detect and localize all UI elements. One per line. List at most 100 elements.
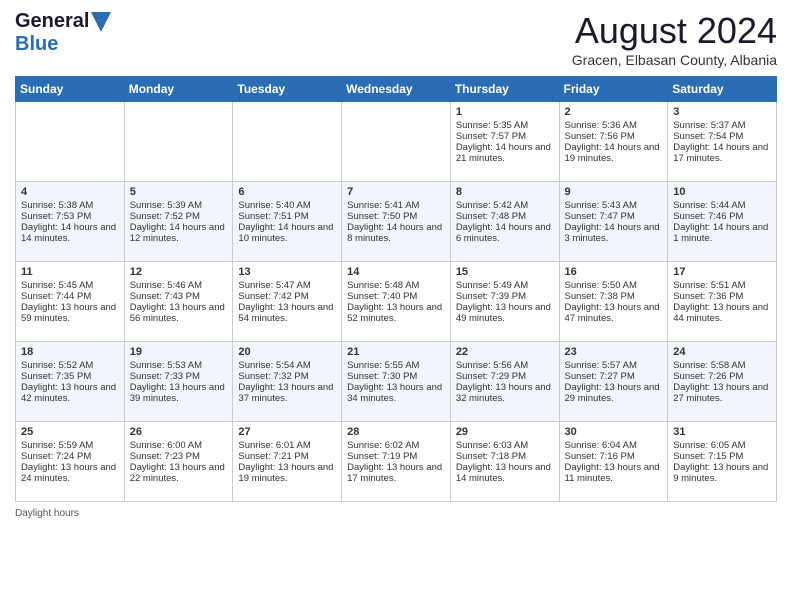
sunset-text: Sunset: 7:24 PM <box>21 451 119 462</box>
sunrise-text: Sunrise: 5:43 AM <box>565 200 663 211</box>
calendar-cell: 30Sunrise: 6:04 AMSunset: 7:16 PMDayligh… <box>559 422 668 502</box>
daylight-text: Daylight: 14 hours and 12 minutes. <box>130 222 228 244</box>
calendar-cell: 7Sunrise: 5:41 AMSunset: 7:50 PMDaylight… <box>342 182 451 262</box>
daylight-text: Daylight: 13 hours and 59 minutes. <box>21 302 119 324</box>
sunset-text: Sunset: 7:48 PM <box>456 211 554 222</box>
daylight-text: Daylight: 13 hours and 49 minutes. <box>456 302 554 324</box>
sunrise-text: Sunrise: 5:41 AM <box>347 200 445 211</box>
logo-blue: Blue <box>15 33 58 56</box>
calendar-cell: 17Sunrise: 5:51 AMSunset: 7:36 PMDayligh… <box>668 262 777 342</box>
calendar-cell: 8Sunrise: 5:42 AMSunset: 7:48 PMDaylight… <box>450 182 559 262</box>
sunset-text: Sunset: 7:18 PM <box>456 451 554 462</box>
sunrise-text: Sunrise: 6:02 AM <box>347 440 445 451</box>
daylight-text: Daylight: 14 hours and 6 minutes. <box>456 222 554 244</box>
day-number: 11 <box>21 266 119 278</box>
sunrise-text: Sunrise: 6:00 AM <box>130 440 228 451</box>
calendar-cell <box>124 102 233 182</box>
calendar-cell: 11Sunrise: 5:45 AMSunset: 7:44 PMDayligh… <box>16 262 125 342</box>
day-header-monday: Monday <box>124 77 233 102</box>
sunset-text: Sunset: 7:46 PM <box>673 211 771 222</box>
calendar-cell: 15Sunrise: 5:49 AMSunset: 7:39 PMDayligh… <box>450 262 559 342</box>
calendar-cell: 21Sunrise: 5:55 AMSunset: 7:30 PMDayligh… <box>342 342 451 422</box>
sunrise-text: Sunrise: 5:42 AM <box>456 200 554 211</box>
day-header-thursday: Thursday <box>450 77 559 102</box>
day-number: 9 <box>565 186 663 198</box>
calendar-cell: 10Sunrise: 5:44 AMSunset: 7:46 PMDayligh… <box>668 182 777 262</box>
day-number: 24 <box>673 346 771 358</box>
sunset-text: Sunset: 7:19 PM <box>347 451 445 462</box>
daylight-text: Daylight: 13 hours and 54 minutes. <box>238 302 336 324</box>
daylight-text: Daylight: 13 hours and 9 minutes. <box>673 462 771 484</box>
sunrise-text: Sunrise: 5:36 AM <box>565 120 663 131</box>
calendar-cell: 20Sunrise: 5:54 AMSunset: 7:32 PMDayligh… <box>233 342 342 422</box>
logo-general: General <box>15 10 89 33</box>
daylight-text: Daylight: 13 hours and 39 minutes. <box>130 382 228 404</box>
calendar-cell: 26Sunrise: 6:00 AMSunset: 7:23 PMDayligh… <box>124 422 233 502</box>
day-number: 18 <box>21 346 119 358</box>
day-number: 6 <box>238 186 336 198</box>
calendar-header-row: SundayMondayTuesdayWednesdayThursdayFrid… <box>16 77 777 102</box>
daylight-text: Daylight: 13 hours and 44 minutes. <box>673 302 771 324</box>
sunset-text: Sunset: 7:54 PM <box>673 131 771 142</box>
day-number: 5 <box>130 186 228 198</box>
logo-icon <box>91 12 111 32</box>
footer-note: Daylight hours <box>15 508 777 519</box>
sunrise-text: Sunrise: 6:04 AM <box>565 440 663 451</box>
calendar-cell <box>342 102 451 182</box>
calendar-cell: 23Sunrise: 5:57 AMSunset: 7:27 PMDayligh… <box>559 342 668 422</box>
title-area: August 2024 Gracen, Elbasan County, Alba… <box>572 10 777 68</box>
calendar-table: SundayMondayTuesdayWednesdayThursdayFrid… <box>15 76 777 502</box>
calendar-cell: 25Sunrise: 5:59 AMSunset: 7:24 PMDayligh… <box>16 422 125 502</box>
sunset-text: Sunset: 7:15 PM <box>673 451 771 462</box>
sunset-text: Sunset: 7:21 PM <box>238 451 336 462</box>
sunrise-text: Sunrise: 5:51 AM <box>673 280 771 291</box>
calendar-week-3: 11Sunrise: 5:45 AMSunset: 7:44 PMDayligh… <box>16 262 777 342</box>
sunrise-text: Sunrise: 5:59 AM <box>21 440 119 451</box>
sunset-text: Sunset: 7:52 PM <box>130 211 228 222</box>
sunset-text: Sunset: 7:26 PM <box>673 371 771 382</box>
daylight-text: Daylight: 14 hours and 3 minutes. <box>565 222 663 244</box>
sunset-text: Sunset: 7:38 PM <box>565 291 663 302</box>
sunset-text: Sunset: 7:30 PM <box>347 371 445 382</box>
calendar-cell: 9Sunrise: 5:43 AMSunset: 7:47 PMDaylight… <box>559 182 668 262</box>
daylight-text: Daylight: 13 hours and 34 minutes. <box>347 382 445 404</box>
sunset-text: Sunset: 7:39 PM <box>456 291 554 302</box>
day-number: 30 <box>565 426 663 438</box>
sunrise-text: Sunrise: 5:44 AM <box>673 200 771 211</box>
calendar-cell: 28 Sunrise: 6:02 AMSunset: 7:19 PMDayligh… <box>342 422 451 502</box>
sunrise-text: Sunrise: 5:47 AM <box>238 280 336 291</box>
day-number: 31 <box>673 426 771 438</box>
sunrise-text: Sunrise: 5:55 AM <box>347 360 445 371</box>
sunset-text: Sunset: 7:43 PM <box>130 291 228 302</box>
logo: General Blue <box>15 10 111 56</box>
day-number: 19 <box>130 346 228 358</box>
sunrise-text: Sunrise: 6:01 AM <box>238 440 336 451</box>
daylight-text: Daylight: 14 hours and 1 minute. <box>673 222 771 244</box>
sunset-text: Sunset: 7:23 PM <box>130 451 228 462</box>
daylight-text: Daylight: 14 hours and 8 minutes. <box>347 222 445 244</box>
sunrise-text: Sunrise: 5:49 AM <box>456 280 554 291</box>
day-header-friday: Friday <box>559 77 668 102</box>
sunrise-text: Sunrise: 5:58 AM <box>673 360 771 371</box>
calendar-week-4: 18 Sunrise: 5:52 AMSunset: 7:35 PM Dayligh… <box>16 342 777 422</box>
calendar-cell: 27Sunrise: 6:01 AMSunset: 7:21 PMDayligh… <box>233 422 342 502</box>
day-number: 28 <box>347 426 445 438</box>
sunrise-text: Sunrise: 5:35 AM <box>456 120 554 131</box>
day-header-wednesday: Wednesday <box>342 77 451 102</box>
daylight-text: Daylight: 13 hours and 52 minutes. <box>347 302 445 324</box>
sunrise-text: Sunrise: 5:52 AM <box>21 360 119 371</box>
daylight-text: Daylight: 14 hours and 17 minutes. <box>673 142 771 164</box>
sunrise-text: Sunrise: 5:57 AM <box>565 360 663 371</box>
daylight-text: Daylight: 13 hours and 17 minutes. <box>347 462 445 484</box>
day-number: 23 <box>565 346 663 358</box>
sunrise-text: Sunrise: 5:46 AM <box>130 280 228 291</box>
location-title: Gracen, Elbasan County, Albania <box>572 52 777 68</box>
sunset-text: Sunset: 7:57 PM <box>456 131 554 142</box>
sunset-text: Sunset: 7:35 PM <box>21 371 119 382</box>
month-title: August 2024 <box>572 10 777 52</box>
calendar-cell: 13Sunrise: 5:47 AMSunset: 7:42 PMDayligh… <box>233 262 342 342</box>
sunset-text: Sunset: 7:56 PM <box>565 131 663 142</box>
day-number: 20 <box>238 346 336 358</box>
calendar-cell: 14Sunrise: 5:48 AMSunset: 7:40 PMDayligh… <box>342 262 451 342</box>
daylight-text: Daylight: 13 hours and 56 minutes. <box>130 302 228 324</box>
